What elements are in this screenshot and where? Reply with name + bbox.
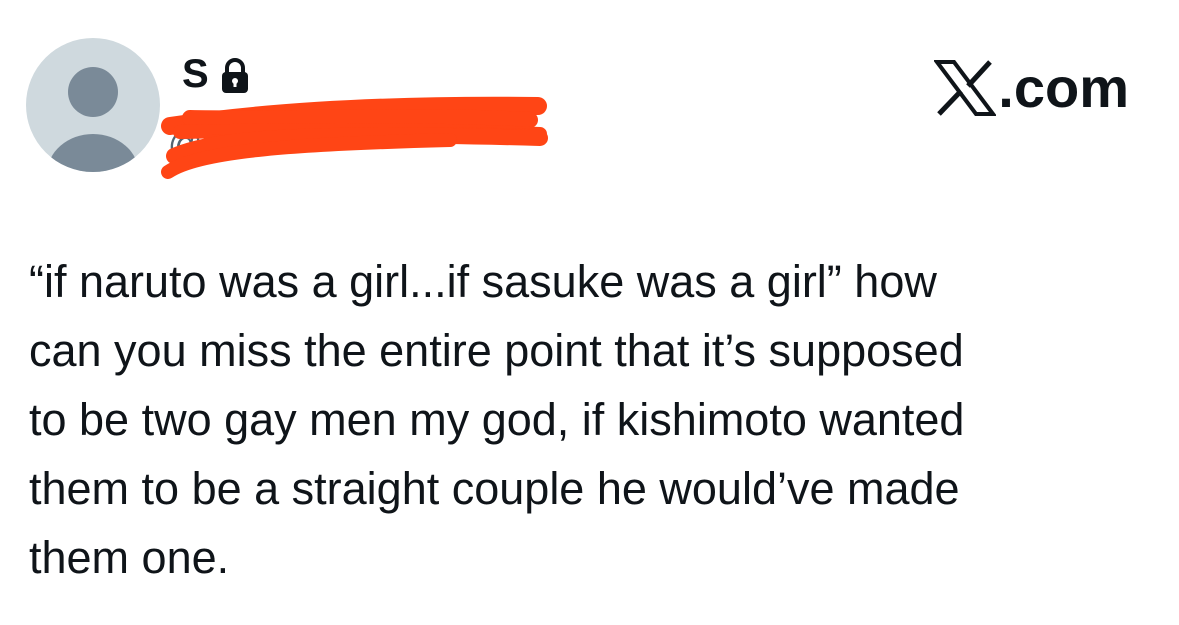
author-name-row: S: [182, 50, 250, 98]
brand-logo: .com: [933, 52, 1129, 124]
lock-icon: [220, 58, 250, 94]
author-display-name[interactable]: S: [182, 50, 210, 98]
default-avatar-icon: [47, 67, 139, 172]
tweet-text: “if naruto was a girl...if sasuke was a …: [29, 256, 965, 583]
x-logo-icon: [933, 60, 998, 116]
brand-suffix: .com: [998, 56, 1129, 119]
redaction-scribble: [161, 96, 548, 179]
avatar[interactable]: [26, 38, 160, 172]
